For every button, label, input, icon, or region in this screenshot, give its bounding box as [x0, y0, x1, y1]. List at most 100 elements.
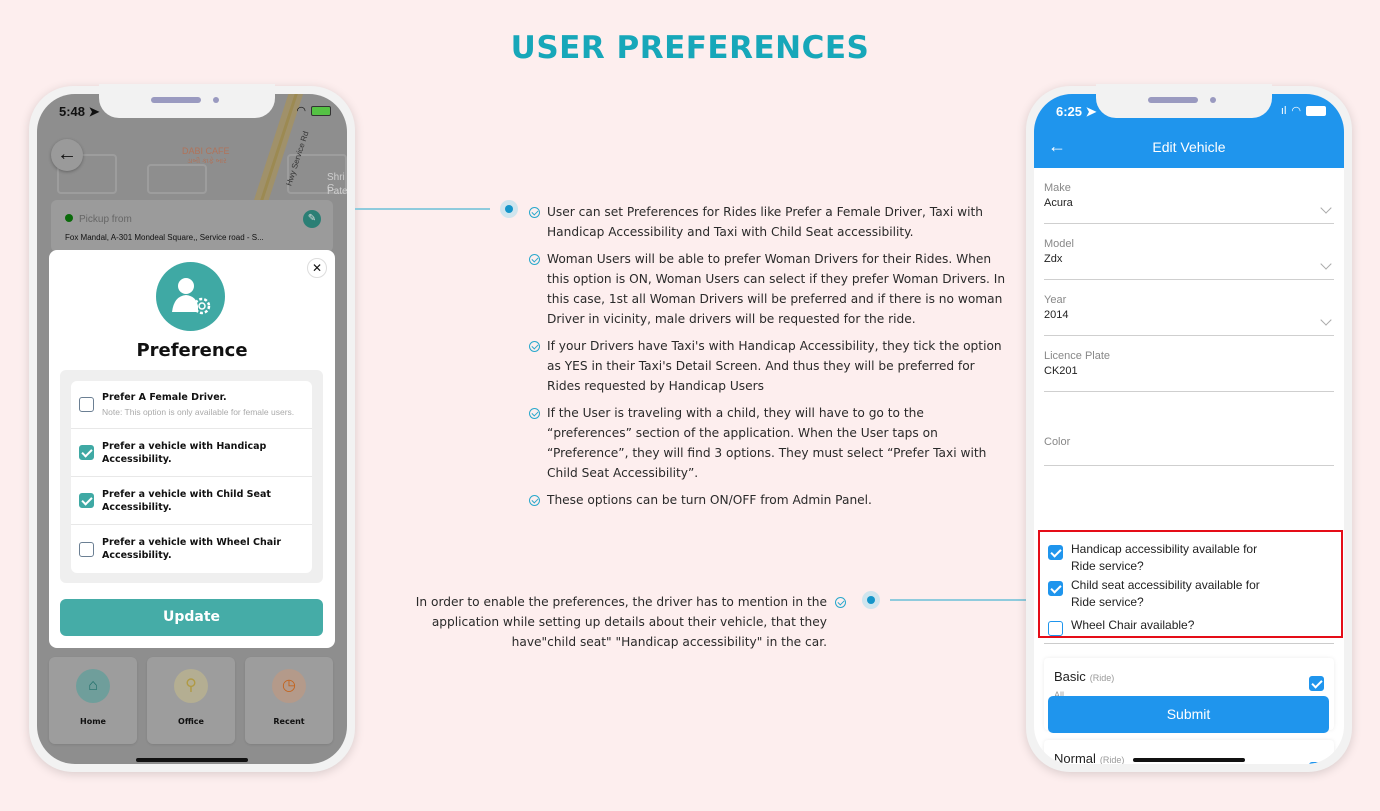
wifi-icon: ◠ — [296, 105, 306, 117]
bullet-text: These options can be turn ON/OFF from Ad… — [547, 493, 872, 507]
connector-line — [355, 208, 490, 210]
preference-option-wheel-chair[interactable]: Prefer a vehicle with Wheel Chair Access… — [71, 525, 312, 573]
color-input[interactable]: Color — [1044, 436, 1334, 466]
driver-note: In order to enable the preferences, the … — [400, 592, 846, 652]
edit-vehicle-form: Make Acura Model Zdx Year 2014 Licence P… — [1034, 168, 1344, 764]
bullet-item: Woman Users will be able to prefer Woman… — [529, 249, 1009, 329]
pickup-address: Fox Mandal, A-301 Mondeal Square,, Servi… — [65, 233, 264, 242]
preference-option-female-driver[interactable]: Prefer A Female Driver. Note: This optio… — [71, 381, 312, 429]
divider — [1044, 643, 1334, 644]
header-title: Edit Vehicle — [1152, 139, 1226, 155]
field-label: Make — [1044, 182, 1071, 194]
check-circle-icon — [835, 597, 846, 608]
close-button[interactable]: ✕ — [307, 258, 327, 278]
recent-icon: ◷ — [272, 669, 306, 703]
accessibility-option-handicap[interactable]: Handicap accessibility available for Rid… — [1048, 541, 1333, 575]
quick-place-label: Office — [178, 717, 204, 726]
connector-line — [890, 599, 1026, 601]
option-label: Prefer A Female Driver. — [102, 392, 227, 403]
connector-dot — [862, 591, 880, 609]
make-dropdown[interactable]: Make Acura — [1044, 182, 1334, 224]
option-label: Handicap accessibility available for Rid… — [1071, 542, 1258, 573]
licence-plate-input[interactable]: Licence Plate CK201 — [1044, 350, 1334, 392]
page-title: USER PREFERENCES — [510, 30, 870, 66]
quick-places: ⌂ Home ⚲ Office ◷ Recent — [49, 657, 337, 744]
driver-phone-mockup: ← Edit Vehicle 6:25 ➤ ıl ◠ Make Acura Mod… — [1026, 84, 1352, 772]
user-settings-icon — [156, 262, 225, 331]
rider-phone-mockup: DABI CAFE ડાબી કાફે બાર Hwy Service Rd S… — [29, 84, 355, 772]
field-value: Zdx — [1044, 253, 1063, 265]
close-icon: ✕ — [311, 261, 323, 275]
map-label-cafe: DABI CAFE — [182, 146, 230, 156]
location-arrow-icon: ➤ — [1085, 104, 1097, 119]
ride-checkbox[interactable] — [1309, 676, 1324, 691]
quick-place-label: Home — [80, 717, 106, 726]
submit-button[interactable]: Submit — [1048, 696, 1329, 733]
phone-notch — [1096, 84, 1272, 118]
ride-checkbox[interactable] — [1309, 762, 1324, 764]
option-note: Note: This option is only available for … — [102, 407, 295, 417]
preference-option-handicap[interactable]: Prefer a vehicle with Handicap Accessibi… — [71, 429, 312, 477]
preference-modal: ✕ Preference Prefer A Female Driver. Not… — [49, 250, 335, 648]
option-label: Wheel Chair available? — [1071, 618, 1195, 632]
field-label: Model — [1044, 238, 1074, 250]
pickup-dot-icon — [65, 214, 73, 222]
preference-option-child-seat[interactable]: Prefer a vehicle with Child Seat Accessi… — [71, 477, 312, 525]
map-label-place: Patel — [327, 186, 347, 197]
check-circle-icon — [529, 408, 540, 419]
connector-dot — [500, 200, 518, 218]
rider-screen: DABI CAFE ડાબી કાફે બાર Hwy Service Rd S… — [37, 94, 347, 764]
checkbox-checked[interactable] — [79, 493, 94, 508]
edit-pencil-icon[interactable]: ✎ — [303, 210, 321, 228]
home-icon: ⌂ — [76, 669, 110, 703]
modal-title: Preference — [136, 340, 248, 361]
signal-icon: ıl — [1280, 104, 1287, 117]
map-block — [147, 164, 207, 194]
ride-type: (Ride) — [1089, 673, 1115, 683]
phone-notch — [99, 84, 275, 118]
quick-place-recent[interactable]: ◷ Recent — [245, 657, 333, 744]
check-circle-icon — [529, 341, 540, 352]
model-dropdown[interactable]: Model Zdx — [1044, 238, 1334, 280]
option-label: Prefer a vehicle with Wheel Chair Access… — [102, 537, 282, 561]
checkbox-unchecked[interactable] — [1048, 621, 1063, 636]
status-time: 6:25 ➤ — [1056, 104, 1097, 120]
preference-options: Prefer A Female Driver. Note: This optio… — [60, 370, 323, 583]
field-label: Year — [1044, 294, 1067, 306]
accessibility-option-child-seat[interactable]: Child seat accessibility available for R… — [1048, 577, 1333, 611]
home-indicator — [1133, 758, 1245, 762]
status-icons: ıl ◠ — [1281, 104, 1326, 117]
accessibility-highlight: Handicap accessibility available for Rid… — [1038, 530, 1343, 638]
year-dropdown[interactable]: Year 2014 — [1044, 294, 1334, 336]
quick-place-home[interactable]: ⌂ Home — [49, 657, 137, 744]
accessibility-option-wheel-chair[interactable]: Wheel Chair available? — [1048, 617, 1333, 636]
pickup-card[interactable]: Pickup from Fox Mandal, A-301 Mondeal Sq… — [51, 200, 333, 252]
update-button[interactable]: Update — [60, 599, 323, 636]
wifi-icon: ◠ — [1291, 105, 1301, 117]
bullet-item: User can set Preferences for Rides like … — [529, 202, 1009, 242]
check-circle-icon — [529, 207, 540, 218]
bullet-item: If your Drivers have Taxi's with Handica… — [529, 336, 1009, 396]
ride-name: Normal — [1054, 751, 1096, 764]
field-label: Color — [1044, 436, 1071, 448]
quick-place-label: Recent — [273, 717, 305, 726]
field-value: 2014 — [1044, 309, 1069, 321]
checkbox-checked[interactable] — [79, 445, 94, 460]
home-indicator — [136, 758, 248, 762]
option-label: Prefer a vehicle with Child Seat Accessi… — [102, 488, 271, 513]
office-icon: ⚲ — [174, 669, 208, 703]
location-arrow-icon: ➤ — [88, 104, 100, 119]
field-value: Acura — [1044, 197, 1073, 209]
field-label: Licence Plate — [1044, 350, 1111, 362]
back-button[interactable]: ← — [51, 139, 83, 171]
driver-note-text: In order to enable the preferences, the … — [415, 595, 827, 649]
checkbox-checked[interactable] — [1048, 545, 1063, 560]
check-circle-icon — [529, 254, 540, 265]
status-time-text: 5:48 — [59, 104, 86, 119]
checkbox-checked[interactable] — [1048, 581, 1063, 596]
option-label: Child seat accessibility available for R… — [1071, 578, 1260, 609]
map-label-cafe-sub: ડાબી કાફે બાર — [187, 158, 227, 165]
checkbox-unchecked[interactable] — [79, 541, 94, 557]
quick-place-office[interactable]: ⚲ Office — [147, 657, 235, 744]
checkbox-unchecked[interactable] — [79, 397, 94, 412]
